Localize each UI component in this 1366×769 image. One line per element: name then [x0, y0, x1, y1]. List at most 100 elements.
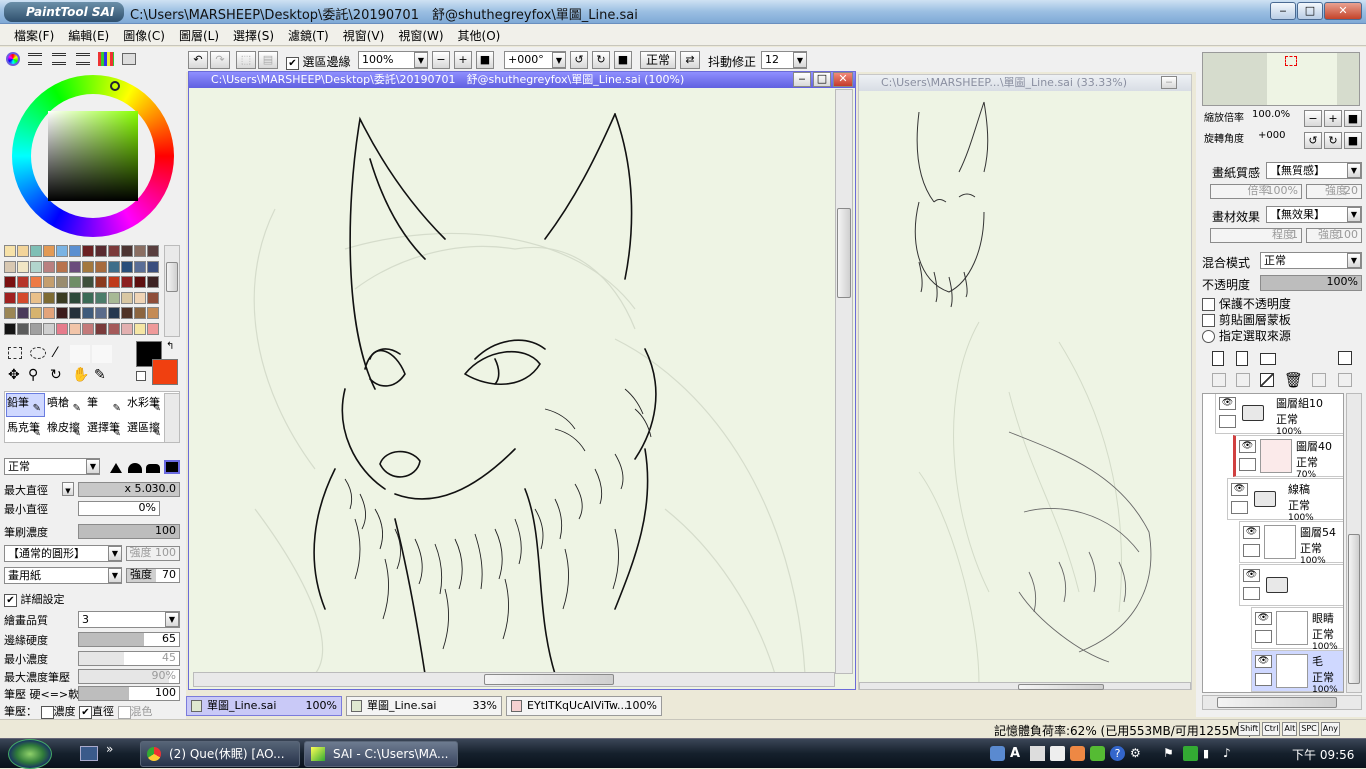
color-swatch[interactable] [147, 260, 159, 273]
menu-item-7[interactable]: 視窗(W) [398, 24, 443, 44]
brush-shape-select[interactable]: 【通常的圓形】 [4, 545, 122, 562]
clear-layer-icon[interactable] [1260, 373, 1274, 387]
nav-rotate-left-button[interactable]: ↺ [1304, 132, 1322, 149]
clipping-toggle[interactable]: 剪貼圖層蒙板 [1202, 311, 1291, 328]
fox-line-art-canvas[interactable] [195, 89, 835, 674]
pressure-density-checkbox[interactable] [40, 705, 54, 719]
layer-horizontal-scrollbar[interactable] [1202, 695, 1362, 710]
nav-rotate-reset-button[interactable]: ■ [1344, 132, 1362, 149]
nav-zoom-reset-button[interactable]: ■ [1344, 110, 1362, 127]
color-wheel[interactable] [12, 75, 174, 237]
tray-app2-icon[interactable] [1090, 746, 1105, 761]
zoom-out-button[interactable]: − [432, 51, 450, 69]
menu-item-5[interactable]: 濾鏡(T) [288, 24, 329, 44]
trash-icon[interactable]: 🗑 [1284, 371, 1303, 389]
lock-icon[interactable] [1219, 415, 1236, 428]
close-button[interactable]: ✕ [1324, 2, 1362, 20]
maximize-button[interactable]: □ [1297, 2, 1323, 20]
doc1-horizontal-scrollbar[interactable] [193, 672, 835, 687]
color-swatch[interactable] [108, 245, 120, 257]
color-swatch[interactable] [95, 322, 107, 335]
color-bank-icon[interactable] [76, 53, 90, 65]
color-swatch[interactable] [56, 260, 68, 273]
brush-tool-0-2[interactable]: 筆 ✎ [86, 393, 125, 417]
brush-tool-1-1[interactable]: 橡皮擦 ✎ [46, 418, 85, 442]
eye-icon[interactable]: 👁 [1243, 526, 1260, 539]
max-density-pressure-slider[interactable]: 90% [78, 669, 180, 684]
rect-select-icon[interactable] [8, 347, 22, 359]
tray-flag-icon[interactable]: ⚑ [1163, 746, 1178, 761]
layer-row[interactable]: 👁 毛正常 100% [1251, 650, 1343, 692]
color-swatch[interactable] [121, 245, 133, 257]
texture-strength-slider[interactable]: 強度 70 [126, 568, 180, 583]
new-layer-icon[interactable] [1212, 351, 1224, 366]
color-swatch[interactable] [30, 276, 42, 288]
color-swatch[interactable] [43, 260, 55, 273]
tray-volume-icon[interactable]: ♪ [1223, 746, 1238, 761]
invert-select-button[interactable]: ▤ [258, 51, 278, 69]
menu-item-8[interactable]: 其他(O) [458, 24, 501, 44]
color-swatch[interactable] [121, 291, 133, 304]
brush-tool-0-1[interactable]: 噴槍 ✎ [46, 393, 85, 417]
color-swatch[interactable] [43, 322, 55, 335]
selection-edge-toggle[interactable]: ✔ 選區邊緣 [286, 53, 351, 70]
color-swatch[interactable] [17, 307, 29, 319]
nav-zoom-in-button[interactable]: + [1324, 110, 1342, 127]
color-swatch[interactable] [95, 260, 107, 273]
chevron-icon[interactable]: » [106, 742, 113, 756]
eye-icon[interactable]: 👁 [1255, 655, 1272, 668]
tray-help-icon[interactable]: ? [1110, 746, 1125, 761]
doc2-minimize-button[interactable]: ‒ [1161, 76, 1177, 89]
taskbar-chrome[interactable]: (2) Que(休眠) [AO... [140, 741, 300, 767]
tray-network-icon[interactable] [990, 746, 1005, 761]
color-swatch[interactable] [134, 245, 146, 257]
chevron-down-icon[interactable]: ▼ [62, 482, 74, 496]
color-swatch[interactable] [4, 245, 16, 257]
zoom-icon[interactable]: ⚲ [28, 367, 38, 383]
swap-colors-icon[interactable]: ↰ [166, 341, 174, 352]
tray-font-icon[interactable]: A [1010, 746, 1025, 761]
max-diameter-slider[interactable]: x 5.0 30.0 [78, 482, 180, 497]
lock-icon[interactable] [1255, 673, 1272, 686]
undo-button[interactable]: ↶ [188, 51, 208, 69]
merge-visible-icon[interactable] [1312, 373, 1326, 387]
menu-item-3[interactable]: 圖層(L) [179, 24, 219, 44]
tray-signal-icon[interactable]: ▮ [1203, 746, 1218, 761]
chevron-down-icon[interactable]: ▼ [165, 612, 179, 627]
color-swatch[interactable] [134, 291, 146, 304]
color-swatch[interactable] [56, 322, 68, 335]
layer-row[interactable]: 👁 圖層40 正常 70% [1233, 435, 1343, 480]
rotate-reset-button[interactable]: ■ [614, 51, 632, 69]
move-icon[interactable]: ✥ [8, 367, 20, 383]
new-linework-icon[interactable] [1236, 351, 1248, 366]
mask-icon[interactable] [1338, 351, 1352, 365]
color-swatch[interactable] [17, 245, 29, 257]
lock-icon[interactable] [1231, 501, 1248, 514]
lasso-icon[interactable] [30, 347, 46, 359]
pressure-hardness-slider[interactable]: 100 [78, 686, 180, 701]
eye-icon[interactable]: 👁 [1243, 569, 1260, 582]
brush-tool-0-3[interactable]: 水彩筆 ✎ [126, 393, 165, 417]
color-swatch[interactable] [147, 291, 159, 304]
tray-app-icon[interactable] [1070, 746, 1085, 761]
lock-icon[interactable] [1239, 458, 1256, 471]
color-swatch[interactable] [134, 276, 146, 288]
min-diameter-slider[interactable]: 0% [78, 501, 160, 516]
brush-density-slider[interactable]: 100 [78, 524, 180, 539]
transparent-color-icon[interactable] [136, 371, 146, 381]
brush-tool-1-2[interactable]: 選擇筆 ✎ [86, 418, 125, 442]
menu-item-1[interactable]: 編輯(E) [68, 24, 109, 44]
swatch-icon[interactable] [98, 52, 114, 66]
menu-item-6[interactable]: 視窗(V) [343, 24, 385, 44]
document-tab-1[interactable]: 單圖_Line.sai 33% [346, 696, 502, 716]
view-mode-button[interactable]: 正常 [640, 51, 676, 69]
scratchpad-icon[interactable] [122, 53, 136, 65]
chevron-down-icon[interactable]: ▼ [86, 459, 100, 474]
nav-zoom-value[interactable]: 100.0% [1252, 109, 1290, 120]
doc-close-button[interactable]: ✕ [833, 72, 853, 87]
color-swatch[interactable] [69, 291, 81, 304]
color-swatch[interactable] [108, 291, 120, 304]
document-tab-0[interactable]: 單圖_Line.sai 100% [186, 696, 342, 716]
edge-hardness-slider[interactable]: 65 [78, 632, 180, 647]
chevron-down-icon[interactable]: ▼ [1347, 207, 1361, 222]
